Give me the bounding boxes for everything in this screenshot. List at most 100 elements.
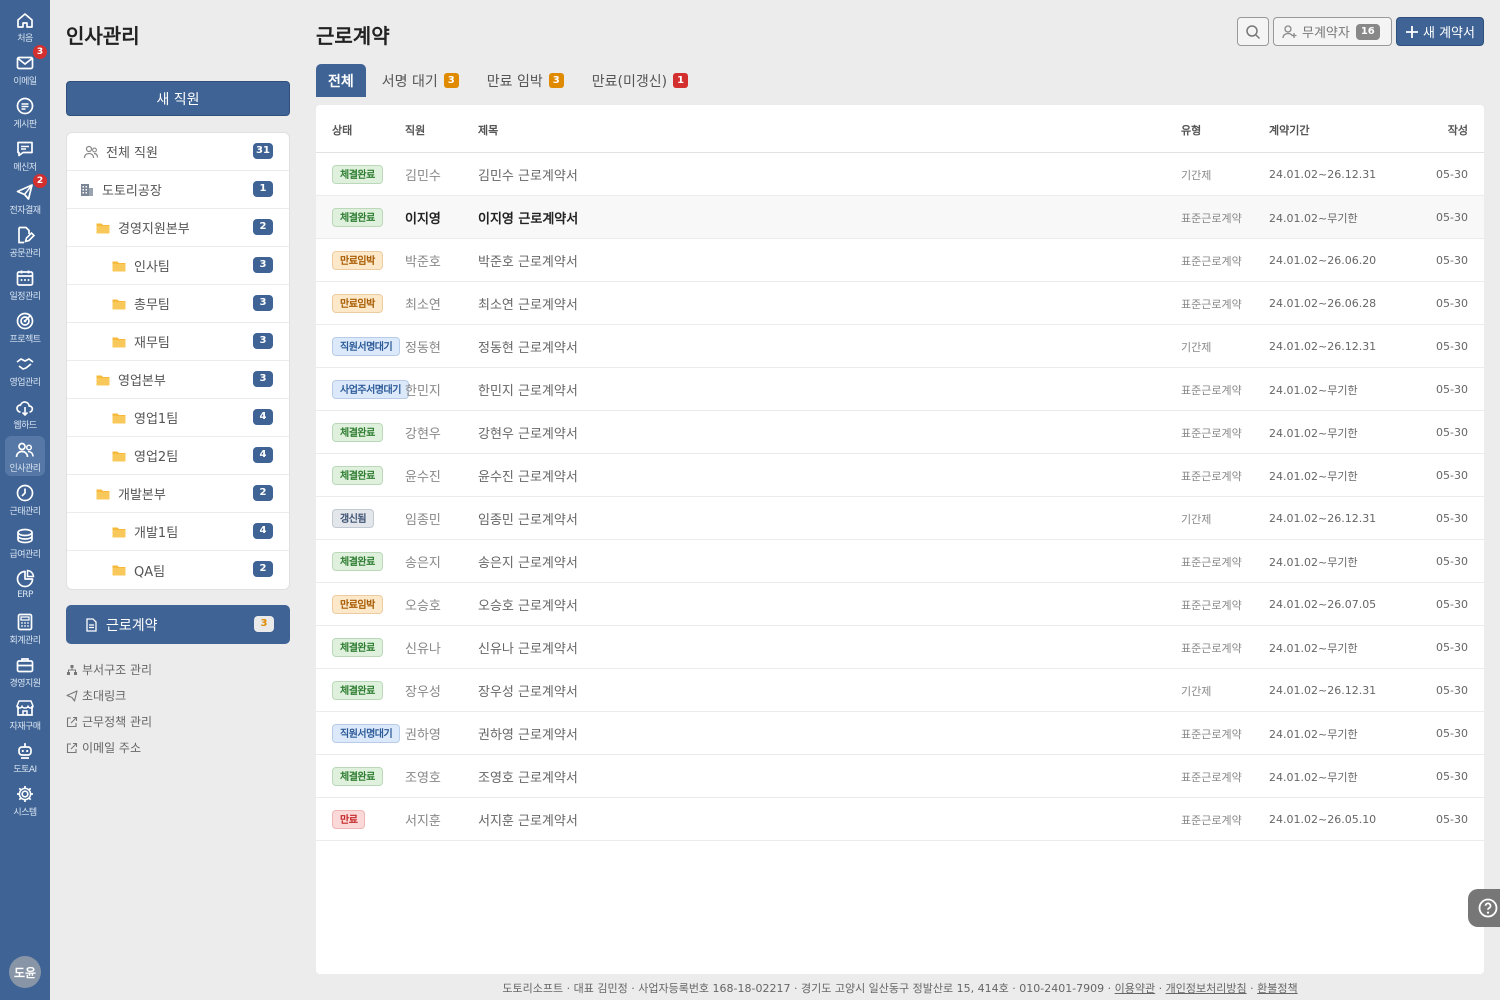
refund-link[interactable]: 환불정책 [1257, 982, 1297, 995]
gear-icon [17, 786, 33, 802]
sidebar-link[interactable]: 초대링크 [66, 687, 126, 704]
contract-title[interactable]: 강현우 근로계약서 [478, 411, 578, 454]
sidebar-link[interactable]: 이메일 주소 [66, 739, 141, 756]
rail-item-pie-chart[interactable]: ERP [0, 565, 50, 605]
table-row[interactable]: 체결완료 윤수진 윤수진 근로계약서 표준근로계약 24.01.02~무기한 05-30 [316, 454, 1484, 497]
tree-item-label: 경영지원본부 [118, 222, 190, 237]
contract-title[interactable]: 송은지 근로계약서 [478, 540, 578, 583]
table-row[interactable]: 체결완료 강현우 강현우 근로계약서 표준근로계약 24.01.02~무기한 05-30 [316, 411, 1484, 454]
status-badge: 체결완료 [332, 165, 383, 184]
rail-item-target[interactable]: 프로젝트 [0, 307, 50, 347]
rail-item-coins[interactable]: 급여관리 [0, 522, 50, 562]
table-row[interactable]: 체결완료 장우성 장우성 근로계약서 기간제 24.01.02~26.12.31 05-3… [316, 669, 1484, 712]
rail-item-cloud[interactable]: 웹하드 [0, 393, 50, 433]
tree-item[interactable]: 경영지원본부 2 [67, 209, 289, 247]
column-period[interactable]: 계약기간 [1269, 122, 1309, 138]
column-status[interactable]: 상태 [332, 122, 352, 138]
rail-item-calendar[interactable]: 일정관리 [0, 264, 50, 304]
add-person-icon [1282, 24, 1297, 38]
tab[interactable]: 전체 [316, 64, 366, 97]
table-row[interactable]: 직원서명대기 권하영 권하영 근로계약서 표준근로계약 24.01.02~무기한 05-3… [316, 712, 1484, 755]
tree-item-count: 2 [253, 219, 273, 235]
table-row[interactable]: 체결완료 조영호 조영호 근로계약서 표준근로계약 24.01.02~무기한 05-30 [316, 755, 1484, 798]
rail-item-people[interactable]: 인사관리 [5, 436, 45, 476]
tab-count-badge: 3 [548, 73, 564, 88]
contract-title[interactable]: 임종민 근로계약서 [478, 497, 578, 540]
contract-title[interactable]: 한민지 근로계약서 [478, 368, 578, 411]
help-button[interactable] [1468, 889, 1500, 927]
rail-item-board[interactable]: 게시판 [0, 92, 50, 132]
tree-item[interactable]: 전체 직원 31 [67, 133, 289, 171]
contract-title[interactable]: 최소연 근로계약서 [478, 282, 578, 325]
sidebar-link[interactable]: 부서구조 관리 [66, 661, 152, 678]
contract-title[interactable]: 박준호 근로계약서 [478, 239, 578, 282]
tree-item[interactable]: 영업본부 3 [67, 361, 289, 399]
column-created[interactable]: 작성 [1448, 122, 1468, 138]
privacy-link[interactable]: 개인정보처리방침 [1166, 982, 1247, 995]
table-row[interactable]: 만료임박 최소연 최소연 근로계약서 표준근로계약 24.01.02~26.06.28 0… [316, 282, 1484, 325]
tree-item[interactable]: 도토리공장 1 [67, 171, 289, 209]
tree-item[interactable]: 개발본부 2 [67, 475, 289, 513]
tab[interactable]: 서명 대기 3 [370, 64, 471, 97]
rail-item-messenger[interactable]: 메신저 [0, 135, 50, 175]
rail-item-calculator[interactable]: 회계관리 [0, 608, 50, 648]
tree-item[interactable]: 영업1팀 4 [67, 399, 289, 437]
contract-period: 24.01.02~26.07.05 [1269, 598, 1377, 611]
sidebar-link[interactable]: 근무정책 관리 [66, 713, 152, 730]
new-employee-button[interactable]: 새 직원 [66, 81, 290, 116]
contract-title[interactable]: 서지훈 근로계약서 [478, 798, 578, 841]
tree-item-icon [95, 486, 111, 502]
column-type[interactable]: 유형 [1181, 122, 1201, 138]
external-link-icon [66, 716, 78, 727]
contract-title[interactable]: 윤수진 근로계약서 [478, 454, 578, 497]
tab[interactable]: 만료 임박 3 [475, 64, 576, 97]
table-row[interactable]: 만료임박 오승호 오승호 근로계약서 표준근로계약 24.01.02~26.07.05 0… [316, 583, 1484, 626]
contract-title[interactable]: 이지영 근로계약서 [478, 196, 578, 239]
tree-item[interactable]: 개발1팀 4 [67, 513, 289, 551]
table-row[interactable]: 체결완료 이지영 이지영 근로계약서 표준근로계약 24.01.02~무기한 05-30 [316, 196, 1484, 239]
tab[interactable]: 만료(미갱신) 1 [580, 64, 700, 97]
table-row[interactable]: 사업주서명대기 한민지 한민지 근로계약서 표준근로계약 24.01.02~무기한 05-… [316, 368, 1484, 411]
column-title[interactable]: 제목 [478, 122, 498, 138]
table-row[interactable]: 체결완료 신유나 신유나 근로계약서 표준근로계약 24.01.02~무기한 05-30 [316, 626, 1484, 669]
rail-item-gear[interactable]: 시스템 [0, 780, 50, 820]
tree-item[interactable]: 총무팀 3 [67, 285, 289, 323]
table-row[interactable]: 만료 서지훈 서지훈 근로계약서 표준근로계약 24.01.02~26.05.10 05-… [316, 798, 1484, 841]
search-button[interactable] [1237, 17, 1269, 46]
tree-item[interactable]: 인사팀 3 [67, 247, 289, 285]
rail-item-document-edit[interactable]: 공문관리 [0, 221, 50, 261]
contract-title[interactable]: 권하영 근로계약서 [478, 712, 578, 755]
table-row[interactable]: 갱신됨 임종민 임종민 근로계약서 기간제 24.01.02~26.12.31 05-30 [316, 497, 1484, 540]
rail-item-approval[interactable]: 전자결재 2 [0, 174, 50, 218]
table-row[interactable]: 체결완료 김민수 김민수 근로계약서 기간제 24.01.02~26.12.31 05-3… [316, 153, 1484, 196]
calculator-icon [17, 613, 33, 631]
terms-link[interactable]: 이용약관 [1115, 982, 1155, 995]
unsigned-employees-button[interactable]: 무계약자 16 [1273, 17, 1392, 46]
rail-item-store[interactable]: 자재구매 [0, 694, 50, 734]
tree-item[interactable]: QA팀 2 [67, 551, 289, 589]
table-row[interactable]: 체결완료 송은지 송은지 근로계약서 표준근로계약 24.01.02~무기한 05-30 [316, 540, 1484, 583]
created-date: 05-30 [1436, 641, 1468, 654]
sidebar-item-contract[interactable]: 근로계약 3 [66, 605, 290, 644]
column-employee[interactable]: 직원 [405, 122, 425, 138]
rail-item-clock[interactable]: 근태관리 [0, 479, 50, 519]
contract-title[interactable]: 김민수 근로계약서 [478, 153, 578, 196]
rail-item-handshake[interactable]: 영업관리 [0, 350, 50, 390]
rail-item-robot[interactable]: 도토AI [0, 737, 50, 777]
new-contract-button[interactable]: 새 계약서 [1396, 17, 1484, 46]
rail-item-mail[interactable]: 이메일 3 [0, 45, 50, 89]
tree-item[interactable]: 영업2팀 4 [67, 437, 289, 475]
contract-title[interactable]: 조영호 근로계약서 [478, 755, 578, 798]
created-date: 05-30 [1436, 598, 1468, 611]
rail-item-home[interactable]: 처음 [0, 6, 50, 46]
contract-title[interactable]: 장우성 근로계약서 [478, 669, 578, 712]
table-row[interactable]: 만료임박 박준호 박준호 근로계약서 표준근로계약 24.01.02~26.06.20 0… [316, 239, 1484, 282]
contract-title[interactable]: 정동현 근로계약서 [478, 325, 578, 368]
tree-item[interactable]: 재무팀 3 [67, 323, 289, 361]
rail-item-briefcase[interactable]: 경영지원 [0, 651, 50, 691]
table-row[interactable]: 직원서명대기 정동현 정동현 근로계약서 기간제 24.01.02~26.12.31 05… [316, 325, 1484, 368]
status-badge: 만료 [332, 810, 366, 829]
contract-title[interactable]: 신유나 근로계약서 [478, 626, 578, 669]
tree-item-count: 4 [253, 523, 273, 539]
contract-title[interactable]: 오승호 근로계약서 [478, 583, 578, 626]
